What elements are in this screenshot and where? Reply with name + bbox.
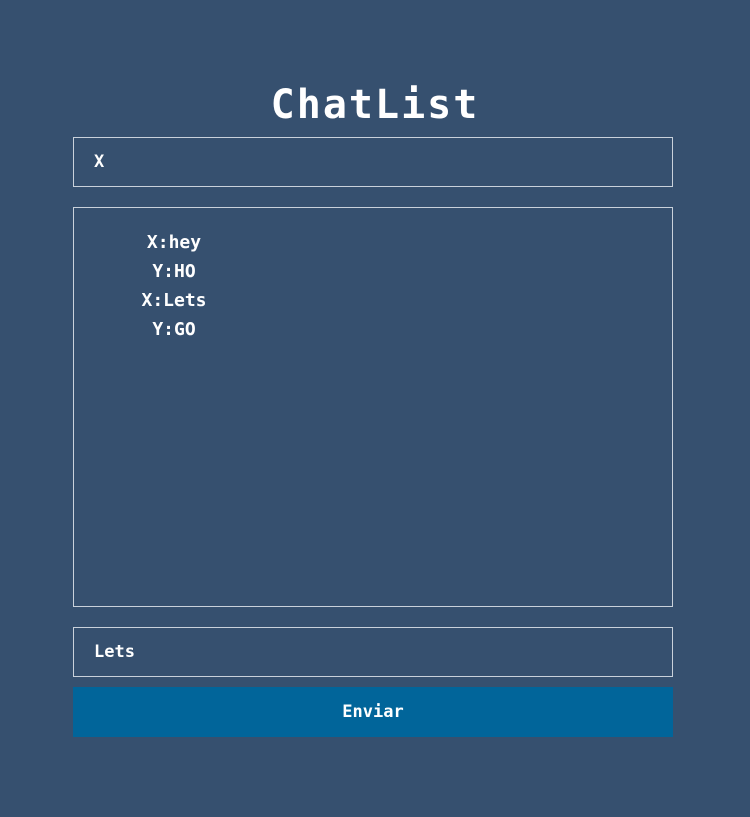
page-title: ChatList bbox=[270, 82, 480, 128]
chat-list-box[interactable]: X:hey Y:HO X:Lets Y:GO bbox=[73, 207, 673, 607]
chat-message: X:Lets bbox=[141, 290, 207, 311]
chat-list: X:hey Y:HO X:Lets Y:GO bbox=[74, 208, 274, 344]
send-button[interactable]: Enviar bbox=[73, 687, 673, 737]
chat-message: Y:HO bbox=[152, 261, 196, 282]
message-input[interactable] bbox=[73, 627, 673, 677]
name-input[interactable] bbox=[73, 137, 673, 187]
chat-message: Y:GO bbox=[152, 319, 196, 340]
chat-message: X:hey bbox=[146, 232, 202, 253]
